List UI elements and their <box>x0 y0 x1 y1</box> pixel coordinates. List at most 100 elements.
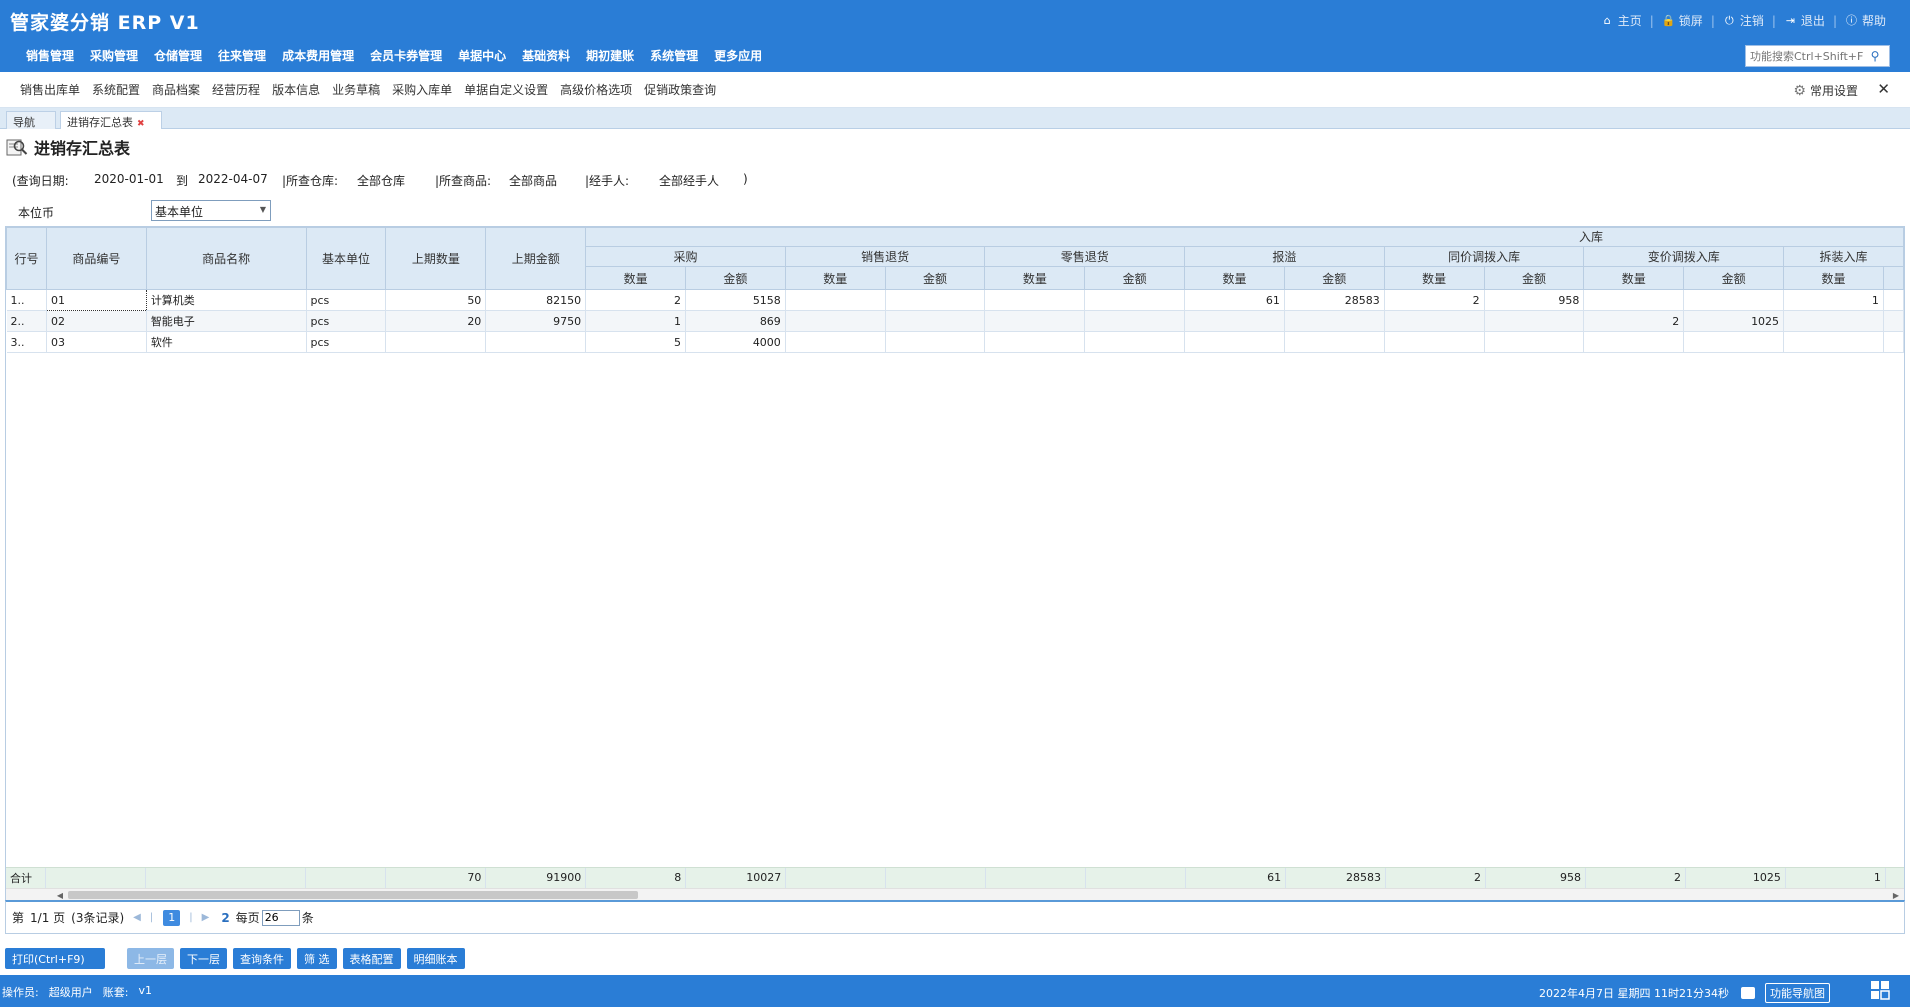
cell-value[interactable] <box>1284 331 1385 353</box>
menu-more[interactable]: 更多应用 <box>706 47 770 64</box>
quick-product-archive[interactable]: 商品档案 <box>146 81 206 98</box>
col-header-unit[interactable]: 基本单位 <box>305 227 387 290</box>
cell-value[interactable] <box>885 289 986 311</box>
cell-value[interactable]: 1 <box>585 310 686 332</box>
tab-close-icon[interactable]: ✖ <box>137 119 145 129</box>
quick-promo-query[interactable]: 促销政策查询 <box>638 81 722 98</box>
cell-value[interactable]: 2 <box>1384 289 1485 311</box>
menu-cost[interactable]: 成本费用管理 <box>274 47 362 64</box>
cell-prev-qty[interactable] <box>385 331 487 353</box>
col-header-amt[interactable]: 金额 <box>1483 266 1585 290</box>
cell-value[interactable] <box>984 310 1086 332</box>
cell-value[interactable]: 958 <box>1484 289 1585 311</box>
cell-value[interactable] <box>1683 289 1785 311</box>
cell-value[interactable] <box>1783 310 1884 332</box>
menu-opening[interactable]: 期初建账 <box>578 47 642 64</box>
menu-sales[interactable]: 销售管理 <box>18 47 82 64</box>
filter-button[interactable]: 筛 选 <box>297 948 337 969</box>
menu-member[interactable]: 会员卡券管理 <box>362 47 450 64</box>
cell-value[interactable]: 5 <box>585 331 686 353</box>
cell-value[interactable] <box>785 289 886 311</box>
query-conditions-button[interactable]: 查询条件 <box>233 948 291 969</box>
table-row[interactable]: 2.. 02 智能电子 pcs 20 9750 1 869 2 1025 <box>6 310 1904 332</box>
cell-value[interactable]: 4000 <box>685 331 786 353</box>
cell-value[interactable] <box>1284 310 1385 332</box>
col-header-qty[interactable]: 数量 <box>1184 266 1285 290</box>
quick-price-options[interactable]: 高级价格选项 <box>554 81 638 98</box>
help-link[interactable]: ⓘ 帮助 <box>1837 12 1894 29</box>
col-header-name[interactable]: 商品名称 <box>145 227 307 290</box>
page-2-link[interactable]: 2 <box>221 911 229 925</box>
col-header-amt[interactable]: 金额 <box>884 266 986 290</box>
scrollbar-thumb[interactable] <box>68 891 638 899</box>
cell-value[interactable] <box>1683 331 1785 353</box>
col-header-amt[interactable]: 金额 <box>684 266 786 290</box>
cell-unit[interactable]: pcs <box>306 331 387 353</box>
search-icon[interactable]: ⚲ <box>1866 49 1884 63</box>
col-header-amt[interactable]: 金额 <box>1683 266 1785 290</box>
tab-navigation[interactable]: 导航 <box>6 111 56 129</box>
logout-link[interactable]: ⏻ 注销 <box>1715 12 1772 29</box>
menu-warehouse[interactable]: 仓储管理 <box>146 47 210 64</box>
col-header-amt[interactable]: 金额 <box>1283 266 1385 290</box>
cell-unit[interactable]: pcs <box>306 289 387 311</box>
cell-value[interactable]: 2 <box>1583 310 1685 332</box>
menu-documents[interactable]: 单据中心 <box>450 47 514 64</box>
detail-ledger-button[interactable]: 明细账本 <box>406 948 465 969</box>
quick-drafts[interactable]: 业务草稿 <box>326 81 386 98</box>
cell-code[interactable]: 02 <box>46 310 147 332</box>
cell-value[interactable] <box>1384 310 1485 332</box>
cell-prev-qty[interactable]: 50 <box>385 289 487 311</box>
prev-level-button[interactable]: 上一层 <box>127 948 174 969</box>
cell-value[interactable] <box>1484 331 1585 353</box>
function-search-input[interactable] <box>1746 47 1866 65</box>
cell-code[interactable]: 03 <box>46 331 147 353</box>
cell-value[interactable] <box>984 289 1086 311</box>
cell-value[interactable] <box>1583 289 1685 311</box>
quick-business-history[interactable]: 经营历程 <box>206 81 266 98</box>
cell-value[interactable] <box>1583 331 1685 353</box>
per-page-input[interactable] <box>261 909 300 926</box>
menu-accounts[interactable]: 往来管理 <box>210 47 274 64</box>
col-header-prev-qty[interactable]: 上期数量 <box>385 227 487 290</box>
app-grid-icon[interactable] <box>1870 980 1890 1000</box>
cell-value[interactable] <box>1084 331 1186 353</box>
col-header-qty[interactable]: 数量 <box>984 266 1086 290</box>
cell-value[interactable] <box>1084 310 1186 332</box>
quick-doc-custom[interactable]: 单据自定义设置 <box>458 81 554 98</box>
first-page-icon[interactable]: ◀ <box>133 912 141 923</box>
cell-name[interactable]: 智能电子 <box>146 310 307 332</box>
cell-value[interactable] <box>785 310 886 332</box>
cell-value[interactable]: 5158 <box>685 289 786 311</box>
cell-value[interactable]: 1 <box>1783 289 1884 311</box>
quick-sales-outbound[interactable]: 销售出库单 <box>14 81 86 98</box>
menu-system[interactable]: 系统管理 <box>642 47 706 64</box>
unit-select[interactable]: 基本单位 ▼ <box>151 200 271 221</box>
cell-value[interactable]: 1025 <box>1683 310 1785 332</box>
cell-value[interactable] <box>885 310 986 332</box>
col-header-qty[interactable]: 数量 <box>1783 266 1884 290</box>
menu-purchase[interactable]: 采购管理 <box>82 47 146 64</box>
cell-value[interactable] <box>1783 331 1884 353</box>
close-icon[interactable]: ✕ <box>1877 80 1890 98</box>
cell-value[interactable] <box>1184 331 1285 353</box>
table-row[interactable]: 3.. 03 软件 pcs 5 4000 <box>6 331 1904 353</box>
col-header-code[interactable]: 商品编号 <box>45 227 147 290</box>
menu-basic-data[interactable]: 基础资料 <box>514 47 578 64</box>
col-header-qty[interactable]: 数量 <box>784 266 886 290</box>
camera-icon[interactable] <box>1741 987 1755 999</box>
cell-prev-qty[interactable]: 20 <box>385 310 487 332</box>
cell-name[interactable]: 软件 <box>146 331 307 353</box>
cell-value[interactable]: 2 <box>585 289 686 311</box>
cell-value[interactable] <box>1084 289 1186 311</box>
cell-value[interactable] <box>885 331 986 353</box>
table-row[interactable]: 1.. 01 计算机类 pcs 50 82150 2 5158 61 28583… <box>6 289 1904 311</box>
lock-link[interactable]: 🔒 锁屏 <box>1654 12 1711 29</box>
cell-value[interactable]: 61 <box>1184 289 1285 311</box>
col-header-row-no[interactable]: 行号 <box>6 227 47 290</box>
print-button[interactable]: 打印(Ctrl+F9) <box>5 948 105 969</box>
quick-purchase-inbound[interactable]: 采购入库单 <box>386 81 458 98</box>
tab-inventory-summary[interactable]: 进销存汇总表 ✖ <box>60 111 162 129</box>
function-nav-button[interactable]: 功能导航图 <box>1765 983 1830 1003</box>
cell-prev-amt[interactable]: 82150 <box>485 289 587 311</box>
